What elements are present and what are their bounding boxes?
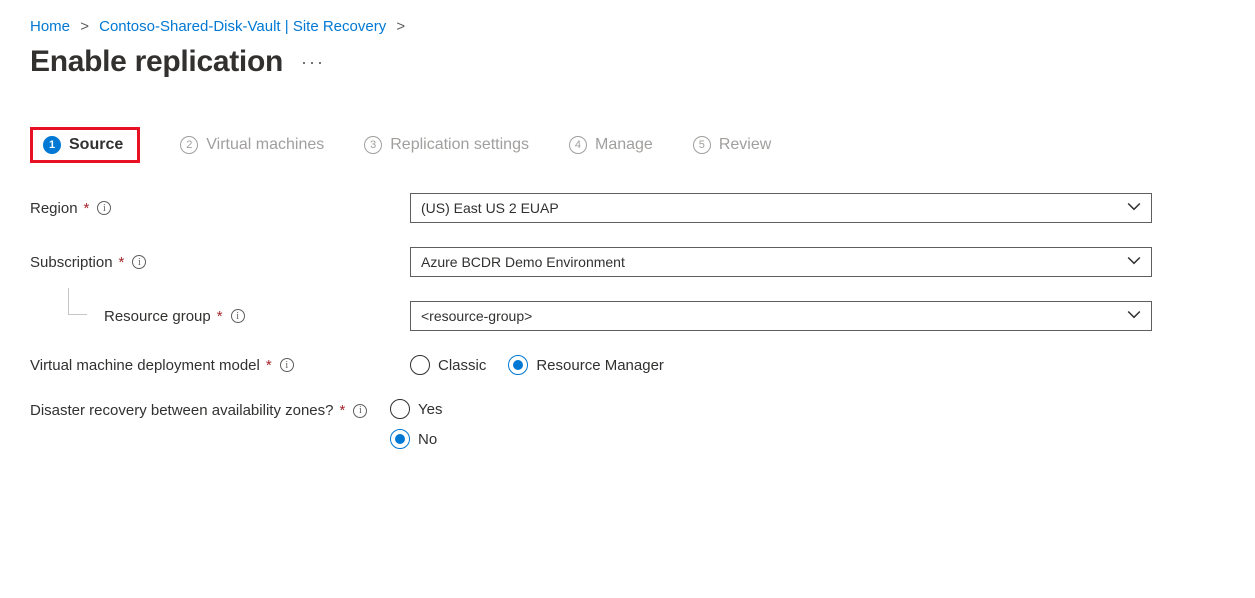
row-deployment-model: Virtual machine deployment model * i Cla… <box>30 355 1225 375</box>
step-virtual-machines[interactable]: 2 Virtual machines <box>180 136 324 154</box>
dropdown-value: Azure BCDR Demo Environment <box>421 254 625 270</box>
chevron-down-icon <box>1127 254 1141 271</box>
step-label: Review <box>719 136 771 154</box>
info-icon[interactable]: i <box>132 255 146 269</box>
label-resource-group: Resource group * i <box>30 308 410 325</box>
label-text: Resource group <box>104 308 211 325</box>
radio-no[interactable]: No <box>390 429 1132 449</box>
breadcrumb: Home > Contoso-Shared-Disk-Vault | Site … <box>30 18 1225 35</box>
required-indicator: * <box>84 200 90 217</box>
resource-group-dropdown[interactable]: <resource-group> <box>410 301 1152 331</box>
step-label: Replication settings <box>390 136 529 154</box>
label-text: Virtual machine deployment model <box>30 357 260 374</box>
wizard-steps: 1 Source 2 Virtual machines 3 Replicatio… <box>30 127 1225 163</box>
radio-icon <box>390 429 410 449</box>
dropdown-value: (US) East US 2 EUAP <box>421 200 559 216</box>
info-icon[interactable]: i <box>280 358 294 372</box>
step-number-icon: 2 <box>180 136 198 154</box>
chevron-right-icon: > <box>80 18 89 35</box>
radio-resource-manager[interactable]: Resource Manager <box>508 355 664 375</box>
chevron-right-icon: > <box>396 18 405 35</box>
label-text: Region <box>30 200 78 217</box>
label-text: Disaster recovery between availability z… <box>30 401 333 421</box>
deployment-model-radios: Classic Resource Manager <box>410 355 1152 375</box>
step-replication-settings[interactable]: 3 Replication settings <box>364 136 529 154</box>
required-indicator: * <box>266 357 272 374</box>
step-review[interactable]: 5 Review <box>693 136 771 154</box>
page-title: Enable replication <box>30 45 283 79</box>
radio-label: No <box>418 431 437 448</box>
radio-icon <box>410 355 430 375</box>
step-number-icon: 5 <box>693 136 711 154</box>
title-row: Enable replication ··· <box>30 45 1225 79</box>
chevron-down-icon <box>1127 200 1141 217</box>
step-label: Virtual machines <box>206 136 324 154</box>
label-subscription: Subscription * i <box>30 254 410 271</box>
row-resource-group: Resource group * i <resource-group> <box>30 301 1225 331</box>
radio-label: Yes <box>418 401 442 418</box>
info-icon[interactable]: i <box>97 201 111 215</box>
info-icon[interactable]: i <box>353 404 367 418</box>
subscription-dropdown[interactable]: Azure BCDR Demo Environment <box>410 247 1152 277</box>
dropdown-value: <resource-group> <box>421 308 532 324</box>
label-text: Subscription <box>30 254 113 271</box>
step-number-icon: 4 <box>569 136 587 154</box>
breadcrumb-vault[interactable]: Contoso-Shared-Disk-Vault | Site Recover… <box>99 18 386 35</box>
radio-yes[interactable]: Yes <box>390 399 1132 419</box>
chevron-down-icon <box>1127 308 1141 325</box>
radio-classic[interactable]: Classic <box>410 355 486 375</box>
radio-icon <box>390 399 410 419</box>
more-actions-button[interactable]: ··· <box>301 52 325 73</box>
step-source-highlight: 1 Source <box>30 127 140 163</box>
required-indicator: * <box>119 254 125 271</box>
required-indicator: * <box>217 308 223 325</box>
label-region: Region * i <box>30 200 410 217</box>
radio-label: Resource Manager <box>536 357 664 374</box>
step-source[interactable]: 1 Source <box>43 136 123 154</box>
step-number-icon: 3 <box>364 136 382 154</box>
breadcrumb-home[interactable]: Home <box>30 18 70 35</box>
region-dropdown[interactable]: (US) East US 2 EUAP <box>410 193 1152 223</box>
dr-zones-radios: Yes No <box>390 399 1132 449</box>
row-region: Region * i (US) East US 2 EUAP <box>30 193 1225 223</box>
step-number-icon: 1 <box>43 136 61 154</box>
step-label: Manage <box>595 136 653 154</box>
info-icon[interactable]: i <box>231 309 245 323</box>
row-dr-zones: Disaster recovery between availability z… <box>30 399 1225 449</box>
step-label: Source <box>69 136 123 154</box>
label-deployment-model: Virtual machine deployment model * i <box>30 357 410 374</box>
step-manage[interactable]: 4 Manage <box>569 136 653 154</box>
row-subscription: Subscription * i Azure BCDR Demo Environ… <box>30 247 1225 277</box>
label-dr-zones: Disaster recovery between availability z… <box>30 399 390 421</box>
radio-label: Classic <box>438 357 486 374</box>
required-indicator: * <box>339 401 345 421</box>
radio-icon <box>508 355 528 375</box>
